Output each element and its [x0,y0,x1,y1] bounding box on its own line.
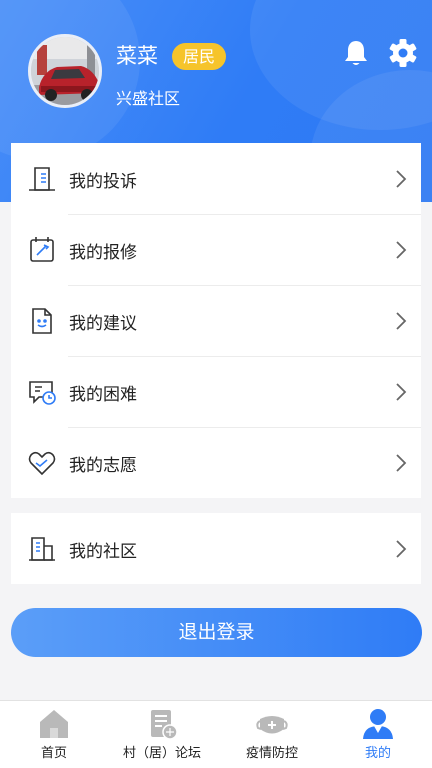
epidemic-icon [255,707,289,741]
forum-icon [145,707,179,741]
menu-item-label: 我的志愿 [69,456,137,476]
volunteer-icon [27,448,57,478]
community-name: 兴盛社区 [116,89,181,108]
menu-item-suggestions[interactable]: 我的建议 [11,285,421,356]
tab-forum[interactable]: 村（居）论坛 [116,701,208,768]
community-icon [27,534,57,564]
menu-card-main: 我的投诉 我的报修 我的建议 我的困难 我的志愿 [11,143,421,498]
menu-item-label: 我的困难 [69,385,137,405]
chevron-right-icon [395,539,407,559]
menu-item-volunteering[interactable]: 我的志愿 [11,427,421,498]
role-badge: 居民 [172,43,226,70]
tab-home[interactable]: 首页 [14,701,94,768]
tab-epidemic[interactable]: 疫情防控 [232,701,312,768]
tab-profile[interactable]: 我的 [338,701,418,768]
menu-item-label: 我的建议 [69,314,137,334]
tab-label: 首页 [40,746,67,761]
menu-item-label: 我的社区 [69,542,137,562]
menu-item-label: 我的报修 [69,243,137,263]
bottom-tab-bar: 首页 村（居）论坛 疫情防控 我的 [0,700,432,768]
tab-label: 我的 [364,746,391,761]
chevron-right-icon [395,453,407,473]
menu-item-label: 我的投诉 [69,172,137,192]
menu-card-community: 我的社区 [11,513,421,584]
gear-icon[interactable] [388,38,418,68]
menu-item-complaints[interactable]: 我的投诉 [11,143,421,214]
repair-icon [27,235,57,265]
chevron-right-icon [395,240,407,260]
user-name: 菜菜 [116,44,158,68]
profile-icon [361,707,395,741]
complaint-icon [27,164,57,194]
suggestion-icon [27,306,57,336]
difficulty-icon [27,377,57,407]
menu-item-community[interactable]: 我的社区 [11,513,421,584]
bell-icon[interactable] [341,38,371,68]
chevron-right-icon [395,382,407,402]
home-icon [37,707,71,741]
menu-item-difficulties[interactable]: 我的困难 [11,356,421,427]
tab-label: 村（居）论坛 [122,746,201,761]
chevron-right-icon [395,311,407,331]
chevron-right-icon [395,169,407,189]
menu-item-repairs[interactable]: 我的报修 [11,214,421,285]
logout-button[interactable]: 退出登录 [11,608,422,657]
tab-label: 疫情防控 [245,746,298,761]
avatar[interactable] [28,34,102,108]
